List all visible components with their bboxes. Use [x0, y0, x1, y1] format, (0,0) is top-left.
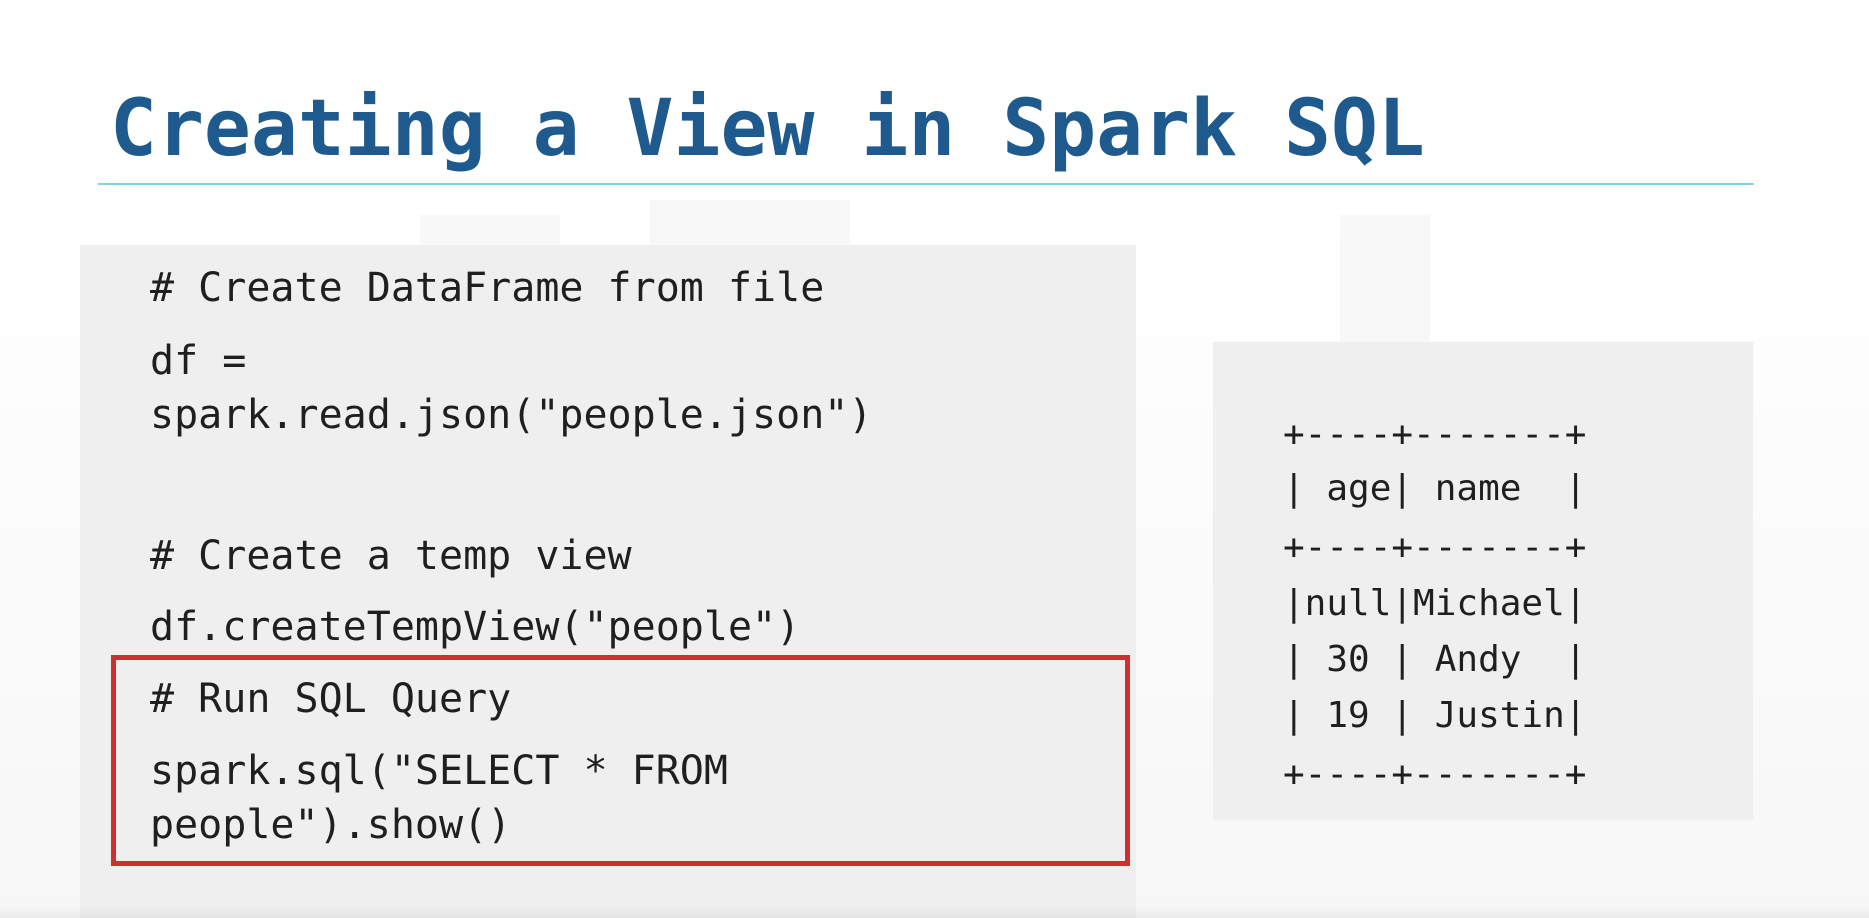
code-comment-create-dataframe: # Create DataFrame from file — [150, 265, 825, 311]
output-table-row: | 30 | Andy | — [1283, 639, 1587, 680]
output-table-row: | 19 | Justin| — [1283, 695, 1587, 736]
title-underline — [98, 183, 1754, 185]
code-line-create-temp-view: df.createTempView("people") — [150, 604, 801, 650]
code-line-df-assign: df = — [150, 338, 247, 384]
code-line-read-json: spark.read.json("people.json") — [150, 392, 873, 438]
sql-query-highlight — [111, 655, 1130, 866]
background-decoration — [650, 200, 850, 245]
slide-title: Creating a View in Spark SQL — [110, 84, 1425, 174]
output-table-row: |null|Michael| — [1283, 583, 1587, 624]
output-table-border-top: +----+-------+ — [1283, 414, 1587, 455]
output-table-border-mid: +----+-------+ — [1283, 527, 1587, 568]
code-comment-temp-view: # Create a temp view — [150, 533, 632, 579]
background-decoration — [1340, 215, 1430, 342]
output-table-border-bottom: +----+-------+ — [1283, 754, 1587, 795]
bottom-shadow — [0, 906, 1869, 918]
background-decoration — [420, 215, 560, 245]
output-table-header: | age| name | — [1283, 468, 1587, 509]
